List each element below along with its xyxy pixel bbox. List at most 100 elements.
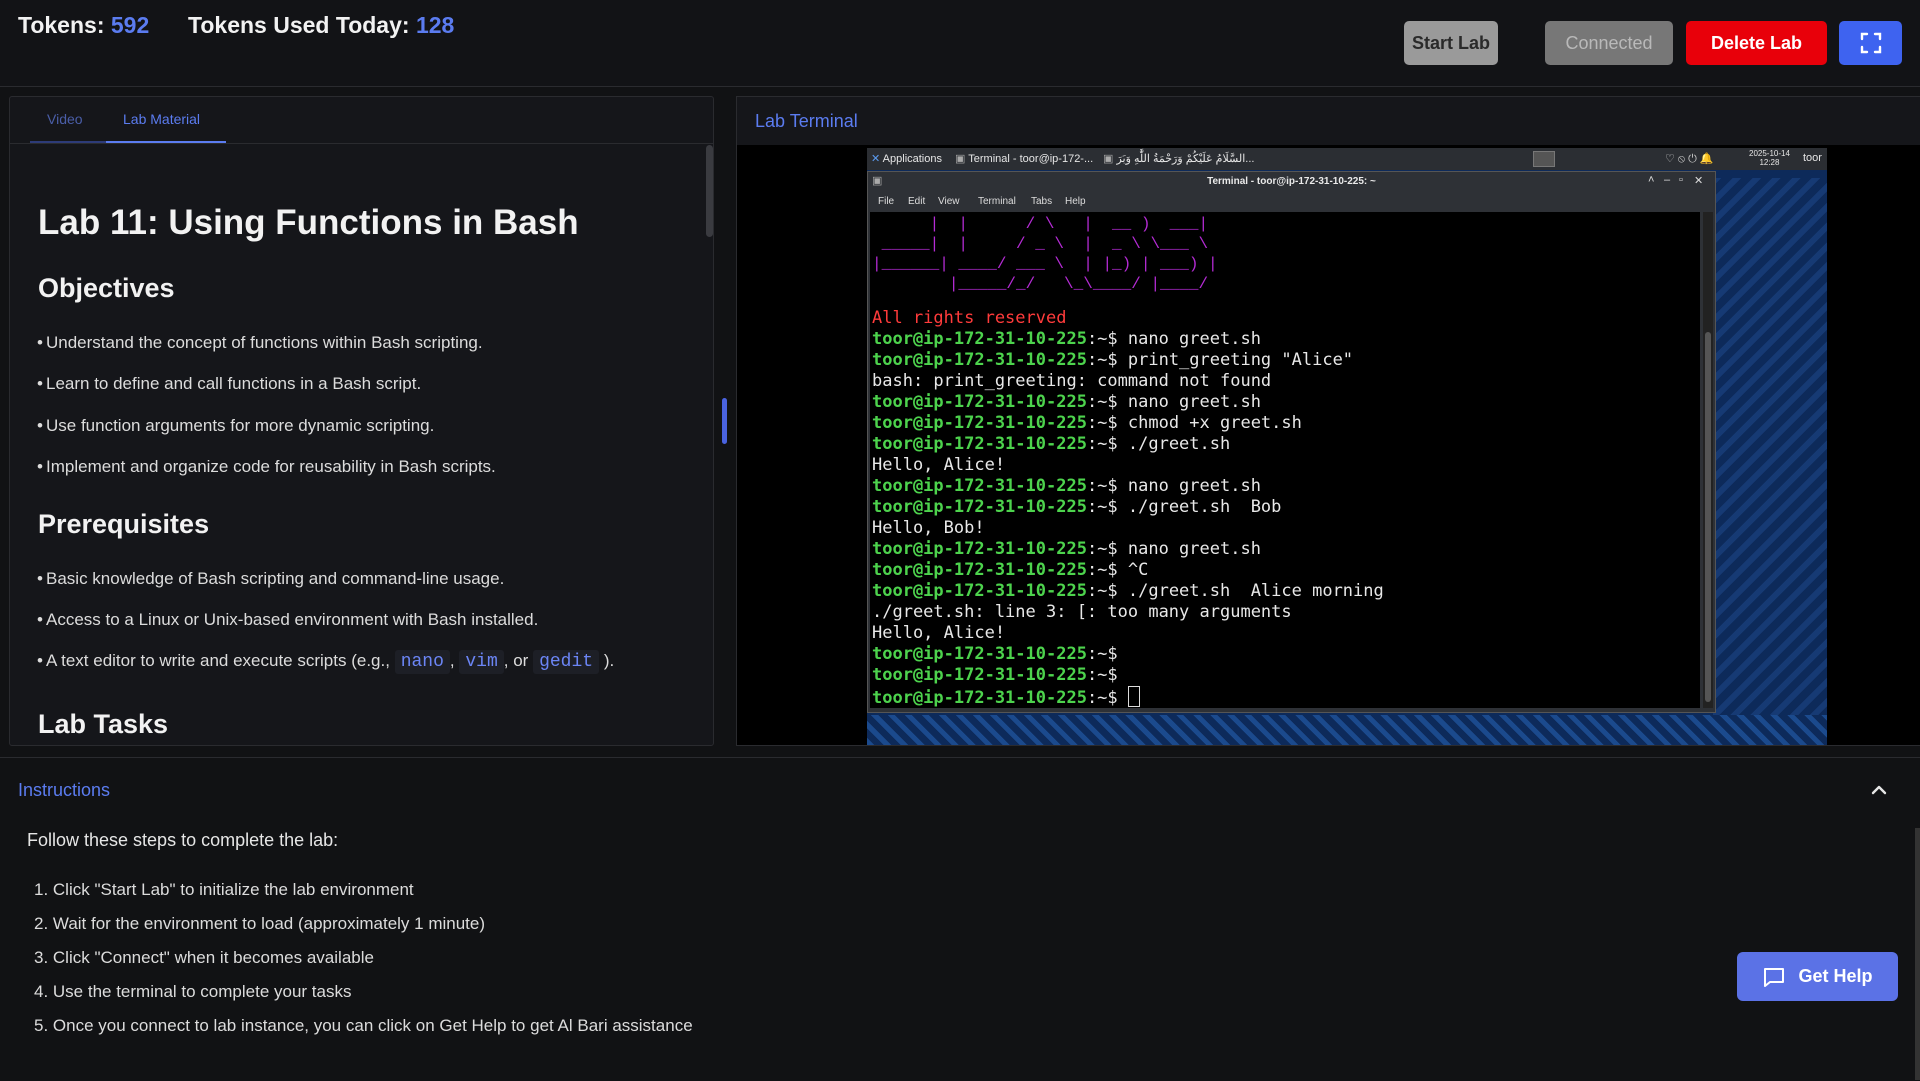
taskbar-item-2[interactable]: ▣ السَّلَامُ عَلَيْكُمْ وَرَحْمَةُ اللَّ… xyxy=(1103,152,1254,165)
menu-view[interactable]: View xyxy=(938,196,960,207)
terminal-command: :~$ ./greet.sh Alice morning xyxy=(1086,581,1384,601)
objectives-heading: Objectives xyxy=(38,273,175,303)
separator: , xyxy=(449,651,455,670)
desktop-wallpaper-bottom xyxy=(867,715,1827,745)
terminal-command-line: toor@ip-172-31-10-225:~$ print_greeting … xyxy=(872,350,1353,370)
lab-title: Lab 11: Using Functions in Bash xyxy=(38,203,579,242)
terminal-command-line: toor@ip-172-31-10-225:~$ ./greet.sh Alic… xyxy=(872,581,1384,601)
list-item: 3. Click "Connect" when it becomes avail… xyxy=(34,948,374,967)
terminal-command: :~$ print_greeting "Alice" xyxy=(1086,350,1354,370)
rights-line: All rights reserved xyxy=(872,308,1067,328)
tab-bar: Video Lab Material xyxy=(10,97,713,144)
terminal-output-line: ./greet.sh: line 3: [: too many argument… xyxy=(872,602,1292,622)
applications-menu[interactable]: ✕ Applications xyxy=(871,152,942,165)
top-bar: Tokens: 592 Tokens Used Today: 128 Start… xyxy=(0,0,1920,87)
terminal-command: :~$ xyxy=(1086,665,1118,685)
workspace-icon[interactable] xyxy=(1533,151,1555,167)
desktop-panel-bar: ✕ Applications ▣ Terminal - toor@ip-172-… xyxy=(867,148,1827,170)
menu-edit[interactable]: Edit xyxy=(908,196,925,207)
menu-terminal[interactable]: Terminal xyxy=(978,196,1016,207)
ascii-logo: | | / \ | __ ) ___| _____| | / _ \ | _ \… xyxy=(872,215,1218,293)
terminal-header: Lab Terminal xyxy=(737,97,1920,145)
tokens-label: Tokens: xyxy=(18,12,105,38)
terminal-command-line: toor@ip-172-31-10-225:~$ xyxy=(872,644,1118,664)
terminal-scrollbar[interactable] xyxy=(1703,212,1713,708)
window-menu-icon[interactable]: ▣ xyxy=(872,174,882,187)
terminal-command-line: toor@ip-172-31-10-225:~$ nano greet.sh xyxy=(872,539,1261,559)
tray-icons[interactable]: ♡ ⦸ ⏻ 🔔 xyxy=(1665,152,1714,166)
list-item: Access to a Linux or Unix-based environm… xyxy=(37,610,538,630)
desktop-wallpaper xyxy=(1713,178,1827,745)
terminal-command: :~$ ./greet.sh Bob xyxy=(1086,497,1282,517)
terminal-command: :~$ chmod +x greet.sh xyxy=(1086,413,1302,433)
terminal-command: :~$ nano greet.sh xyxy=(1086,329,1261,349)
remote-desktop[interactable]: ✕ Applications ▣ Terminal - toor@ip-172-… xyxy=(867,148,1827,745)
get-help-button[interactable]: Get Help xyxy=(1737,952,1898,1001)
window-title: Terminal - toor@ip-172-31-10-225: ~ xyxy=(1207,176,1376,187)
tokens-value: 592 xyxy=(110,12,150,38)
list-item: 5. Once you connect to lab instance, you… xyxy=(34,1016,693,1035)
lab-terminal-panel: Lab Terminal ✕ Applications ▣ Terminal -… xyxy=(736,96,1920,746)
menu-tabs[interactable]: Tabs xyxy=(1031,196,1052,207)
prereq-editor-end: ). xyxy=(603,651,615,670)
terminal-command-line: toor@ip-172-31-10-225:~$ xyxy=(872,665,1118,685)
terminal-command-line: toor@ip-172-31-10-225:~$ nano greet.sh xyxy=(872,476,1261,496)
terminal-prompt: toor@ip-172-31-10-225 xyxy=(872,665,1087,685)
terminal-panel-title: Lab Terminal xyxy=(755,111,858,131)
panel-resize-handle[interactable] xyxy=(722,398,727,444)
terminal-command-line: toor@ip-172-31-10-225:~$ xyxy=(872,686,1140,708)
fullscreen-icon xyxy=(1860,32,1881,54)
terminal-command-line: toor@ip-172-31-10-225:~$ chmod +x greet.… xyxy=(872,413,1302,433)
menu-help[interactable]: Help xyxy=(1065,196,1086,207)
lab-material-scrollbar[interactable] xyxy=(706,145,713,237)
chevron-up-icon[interactable]: ˄ xyxy=(1648,174,1654,186)
terminal-output-line: Hello, Alice! xyxy=(872,623,1006,643)
menu-file[interactable]: File xyxy=(878,196,894,207)
tab-video[interactable]: Video xyxy=(47,111,83,127)
terminal-output[interactable]: | | / \ | __ ) ___| _____| | / _ \ | _ \… xyxy=(870,212,1700,708)
terminal-window: Terminal - toor@ip-172-31-10-225: ~ ▣ ˄ … xyxy=(867,171,1716,713)
instructions-title[interactable]: Instructions xyxy=(18,780,110,801)
connected-button[interactable]: Connected xyxy=(1545,21,1673,65)
minimize-icon[interactable]: – xyxy=(1664,174,1670,186)
chat-icon xyxy=(1764,967,1785,987)
fullscreen-button[interactable] xyxy=(1839,21,1902,65)
tokens-used-label: Tokens Used Today: xyxy=(188,12,410,38)
terminal-command-line: toor@ip-172-31-10-225:~$ ^C xyxy=(872,560,1148,580)
terminal-command-line: toor@ip-172-31-10-225:~$ ./greet.sh Bob xyxy=(872,497,1281,517)
terminal-command: :~$ nano greet.sh xyxy=(1086,539,1261,559)
terminal-command-line: toor@ip-172-31-10-225:~$ nano greet.sh xyxy=(872,329,1261,349)
lab-material-content: Lab 11: Using Functions in Bash Objectiv… xyxy=(37,143,688,739)
terminal-command: :~$ ^C xyxy=(1086,560,1149,580)
terminal-menubar: File Edit View Terminal Tabs Help xyxy=(868,192,1715,210)
start-lab-button[interactable]: Start Lab xyxy=(1404,21,1498,65)
chevron-up-icon[interactable] xyxy=(1869,780,1889,800)
terminal-prompt: toor@ip-172-31-10-225 xyxy=(872,350,1087,370)
separator: , or xyxy=(503,651,529,670)
close-icon[interactable]: ✕ xyxy=(1694,174,1703,187)
list-item: 2. Wait for the environment to load (app… xyxy=(34,914,486,933)
terminal-prompt: toor@ip-172-31-10-225 xyxy=(872,497,1087,517)
list-item: Basic knowledge of Bash scripting and co… xyxy=(37,569,504,589)
code-gedit: gedit xyxy=(533,650,600,674)
list-item: 1. Click "Start Lab" to initialize the l… xyxy=(34,880,414,899)
terminal-prompt: toor@ip-172-31-10-225 xyxy=(872,413,1087,433)
code-vim: vim xyxy=(459,650,504,674)
token-counter: Tokens: 592 Tokens Used Today: 128 xyxy=(18,12,454,39)
instructions-intro: Follow these steps to complete the lab: xyxy=(27,830,339,850)
terminal-command-line: toor@ip-172-31-10-225:~$ nano greet.sh xyxy=(872,392,1261,412)
tab-lab-material[interactable]: Lab Material xyxy=(123,111,200,127)
terminal-prompt: toor@ip-172-31-10-225 xyxy=(872,581,1087,601)
list-item: Learn to define and call functions in a … xyxy=(37,374,421,394)
terminal-cursor xyxy=(1127,686,1140,707)
page-scrollbar[interactable] xyxy=(1915,828,1920,1080)
clock: 2025-10-14 12:28 xyxy=(1749,149,1790,167)
list-item: Use function arguments for more dynamic … xyxy=(37,416,434,436)
taskbar-terminal[interactable]: ▣ Terminal - toor@ip-172-... xyxy=(955,152,1093,165)
terminal-prompt: toor@ip-172-31-10-225 xyxy=(872,539,1087,559)
maximize-icon[interactable]: ▫ xyxy=(1679,174,1683,186)
terminal-prompt: toor@ip-172-31-10-225 xyxy=(872,560,1087,580)
lab-material-panel: Video Lab Material Lab 11: Using Functio… xyxy=(9,96,714,746)
delete-lab-button[interactable]: Delete Lab xyxy=(1686,21,1827,65)
terminal-command: :~$ ./greet.sh xyxy=(1086,434,1231,454)
